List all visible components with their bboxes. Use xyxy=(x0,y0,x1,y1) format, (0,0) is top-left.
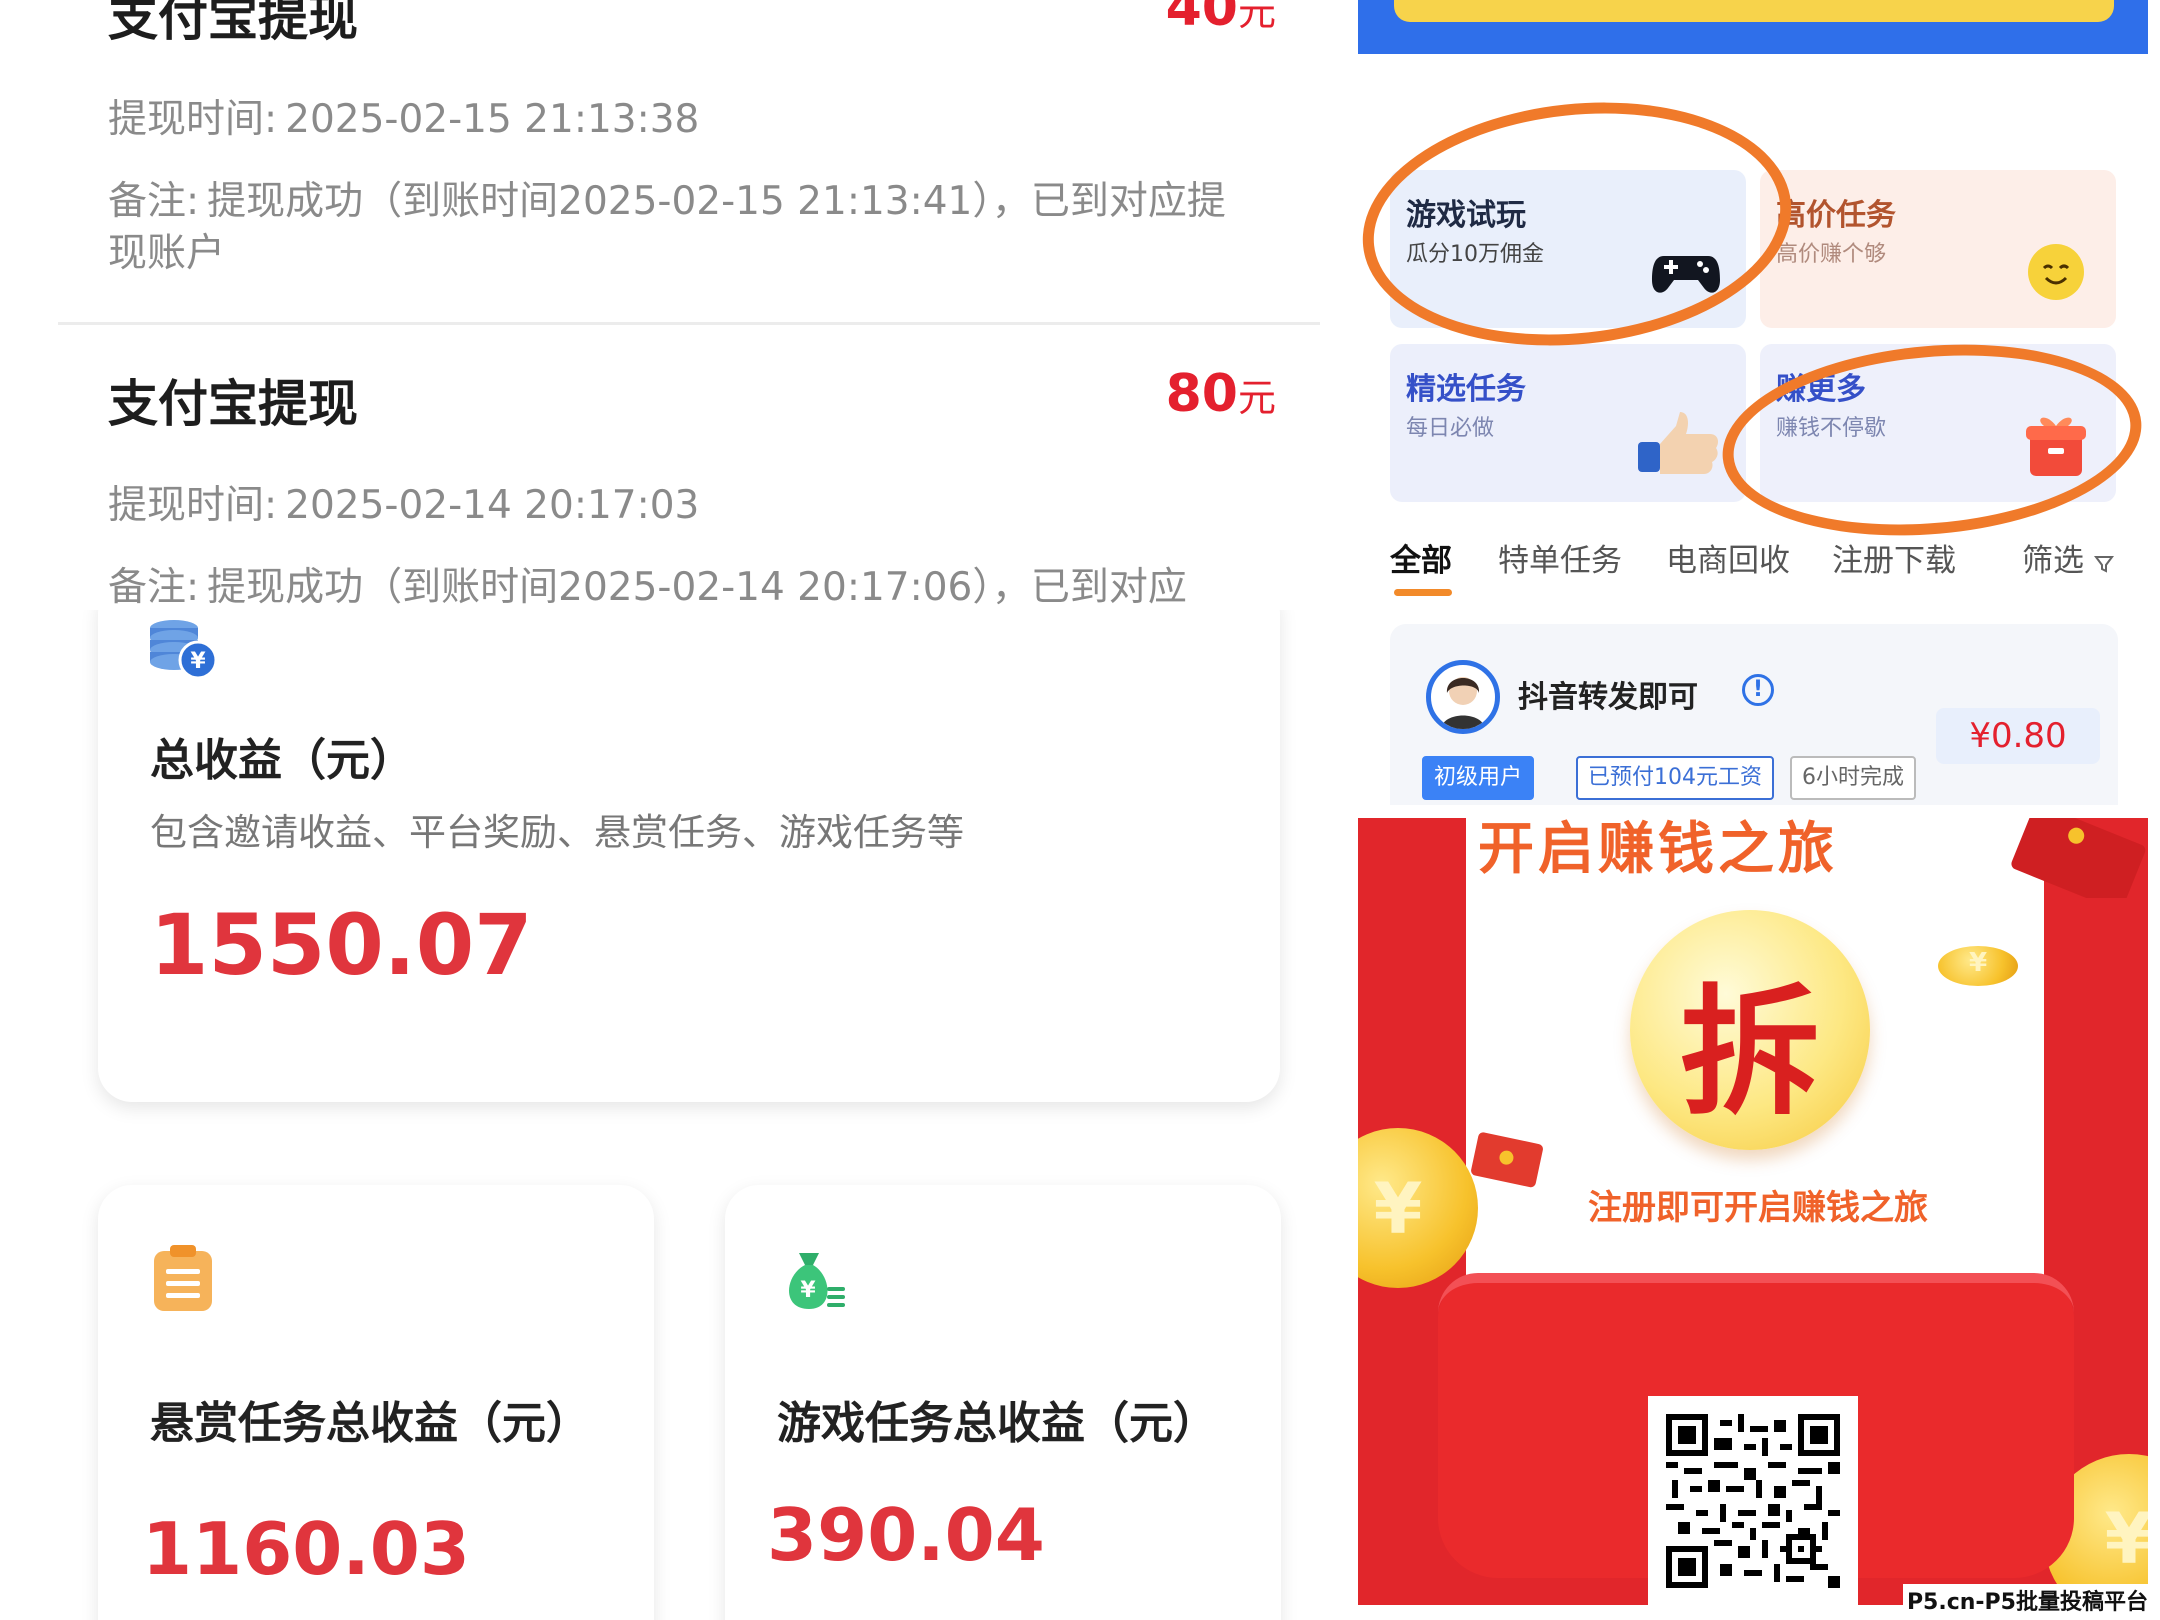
withdrawal-amount: 80元 xyxy=(1165,364,1276,424)
promo-subtitle: 注册即可开启赚钱之旅 xyxy=(1588,1188,1928,1228)
clipboard-icon xyxy=(154,1245,212,1311)
category-subtitle: 高价赚个够 xyxy=(1776,242,1887,267)
qr-code[interactable] xyxy=(1648,1396,1858,1605)
task-price: ¥0.80 xyxy=(1936,708,2100,764)
bounty-earnings-value: 1160.03 xyxy=(142,1507,470,1591)
top-banner[interactable] xyxy=(1358,0,2148,54)
category-high-price[interactable]: 高价任务 高价赚个够 xyxy=(1760,170,2116,328)
coin-stack-icon: ¥ xyxy=(150,620,218,680)
tag-user-level: 初级用户 xyxy=(1422,756,1535,800)
open-envelope-button[interactable]: 拆 xyxy=(1630,910,1870,1150)
task-tabs: 全部 特单任务 电商回收 注册下载 筛选 xyxy=(1390,535,2120,605)
tab-register[interactable]: 注册下载 xyxy=(1832,535,1956,580)
withdrawal-note: 备注: 提现成功（到账时间2025-02-15 21:13:41），已到对应提现账… xyxy=(108,179,1226,276)
promo-title: 开启赚钱之旅 xyxy=(1478,818,1838,882)
svg-text:¥: ¥ xyxy=(800,1278,816,1303)
category-title: 高价任务 xyxy=(1776,198,1896,233)
avatar xyxy=(1426,660,1500,734)
gold-coin-icon: ¥ xyxy=(1938,946,2018,986)
mini-red-envelope-icon xyxy=(2011,818,2146,898)
tab-all[interactable]: 全部 xyxy=(1390,535,1452,580)
game-earnings-value: 390.04 xyxy=(767,1493,1045,1577)
mini-red-envelope-icon xyxy=(1471,1132,1543,1188)
qr-code-image xyxy=(1666,1414,1840,1588)
category-title: 赚更多 xyxy=(1776,372,1866,407)
tab-ecommerce[interactable]: 电商回收 xyxy=(1666,535,1790,580)
red-envelope-promo: 开启赚钱之旅 拆 注册即可开启赚钱之旅 ¥ ¥ ¥ xyxy=(1358,818,2148,1605)
game-earnings-title: 游戏任务总收益（元） xyxy=(777,1398,1217,1449)
category-subtitle: 赚钱不停歇 xyxy=(1776,416,1887,441)
category-game-trial[interactable]: 游戏试玩 瓜分10万佣金 xyxy=(1390,170,1746,328)
total-earnings-title: 总收益（元） xyxy=(150,735,414,786)
thumbs-up-icon xyxy=(1638,412,1718,474)
money-bag-icon: ¥ xyxy=(789,1253,845,1309)
envelope-flap xyxy=(1438,1273,2074,1333)
tab-filter[interactable]: 筛选 xyxy=(2022,535,2114,580)
category-subtitle: 每日必做 xyxy=(1406,416,1495,441)
tag-duration: 6小时完成 xyxy=(1790,756,1916,800)
withdrawal-record[interactable]: 支付宝提现 80元 提现时间: 2025-02-14 20:17:03 备注: 提现… xyxy=(0,340,1320,610)
withdrawal-title: 支付宝提现 xyxy=(108,375,358,433)
record-divider xyxy=(58,322,1320,325)
total-earnings-card[interactable]: ¥ 总收益（元） 包含邀请收益、平台奖励、悬赏任务、游戏任务等 1550.07 xyxy=(98,610,1280,1102)
total-earnings-value: 1550.07 xyxy=(150,896,533,994)
category-subtitle: 瓜分10万佣金 xyxy=(1406,242,1544,267)
category-earn-more[interactable]: 赚更多 赚钱不停歇 xyxy=(1760,344,2116,502)
tag-prepaid: 已预付104元工资 xyxy=(1576,756,1774,800)
filter-icon xyxy=(2093,556,2114,573)
category-title: 游戏试玩 xyxy=(1406,198,1526,233)
category-title: 精选任务 xyxy=(1406,372,1526,407)
task-card[interactable]: 抖音转发即可 ! ¥0.80 初级用户 已预付104元工资 6小时完成 xyxy=(1390,624,2118,805)
banner-strip xyxy=(1394,0,2114,22)
withdrawal-record[interactable]: 支付宝提现 40元 提现时间: 2025-02-15 21:13:38 备注: 提现… xyxy=(0,0,1320,320)
gold-coin-icon: ¥ xyxy=(1358,1128,1478,1288)
gift-icon xyxy=(2026,417,2086,476)
withdrawal-amount: 40元 xyxy=(1165,0,1276,38)
withdrawal-time: 提现时间: 2025-02-15 21:13:38 xyxy=(108,97,700,142)
withdrawal-note: 备注: 提现成功（到账时间2025-02-14 20:17:06），已到对应 xyxy=(108,565,1187,610)
game-earnings-card[interactable]: ¥ 游戏任务总收益（元） 390.04 xyxy=(725,1185,1281,1620)
task-home-panel: 游戏试玩 瓜分10万佣金 高价任务 高价赚个够 精选任务 每日必做 赚更多 赚钱… xyxy=(1358,0,2148,805)
smiley-icon xyxy=(2028,244,2084,300)
task-title: 抖音转发即可 xyxy=(1518,680,1698,715)
withdrawal-title: 支付宝提现 xyxy=(108,0,358,47)
earnings-panel: ¥ 总收益（元） 包含邀请收益、平台奖励、悬赏任务、游戏任务等 1550.07 … xyxy=(0,610,1320,1620)
tab-indicator xyxy=(1394,589,1452,596)
bounty-earnings-title: 悬赏任务总收益（元） xyxy=(150,1398,590,1449)
withdrawal-time: 提现时间: 2025-02-14 20:17:03 xyxy=(108,483,700,528)
tab-special[interactable]: 特单任务 xyxy=(1498,535,1622,580)
watermark: P5.cn-P5批量投稿平台 xyxy=(1902,1584,2152,1616)
withdrawal-record-list: 支付宝提现 40元 提现时间: 2025-02-15 21:13:38 备注: 提现… xyxy=(0,0,1320,610)
total-earnings-desc: 包含邀请收益、平台奖励、悬赏任务、游戏任务等 xyxy=(150,811,964,854)
svg-text:¥: ¥ xyxy=(190,649,206,674)
gamepad-icon xyxy=(1652,256,1720,293)
info-icon[interactable]: ! xyxy=(1742,674,1774,706)
category-selected[interactable]: 精选任务 每日必做 xyxy=(1390,344,1746,502)
bounty-earnings-card[interactable]: 悬赏任务总收益（元） 1160.03 xyxy=(98,1185,654,1620)
